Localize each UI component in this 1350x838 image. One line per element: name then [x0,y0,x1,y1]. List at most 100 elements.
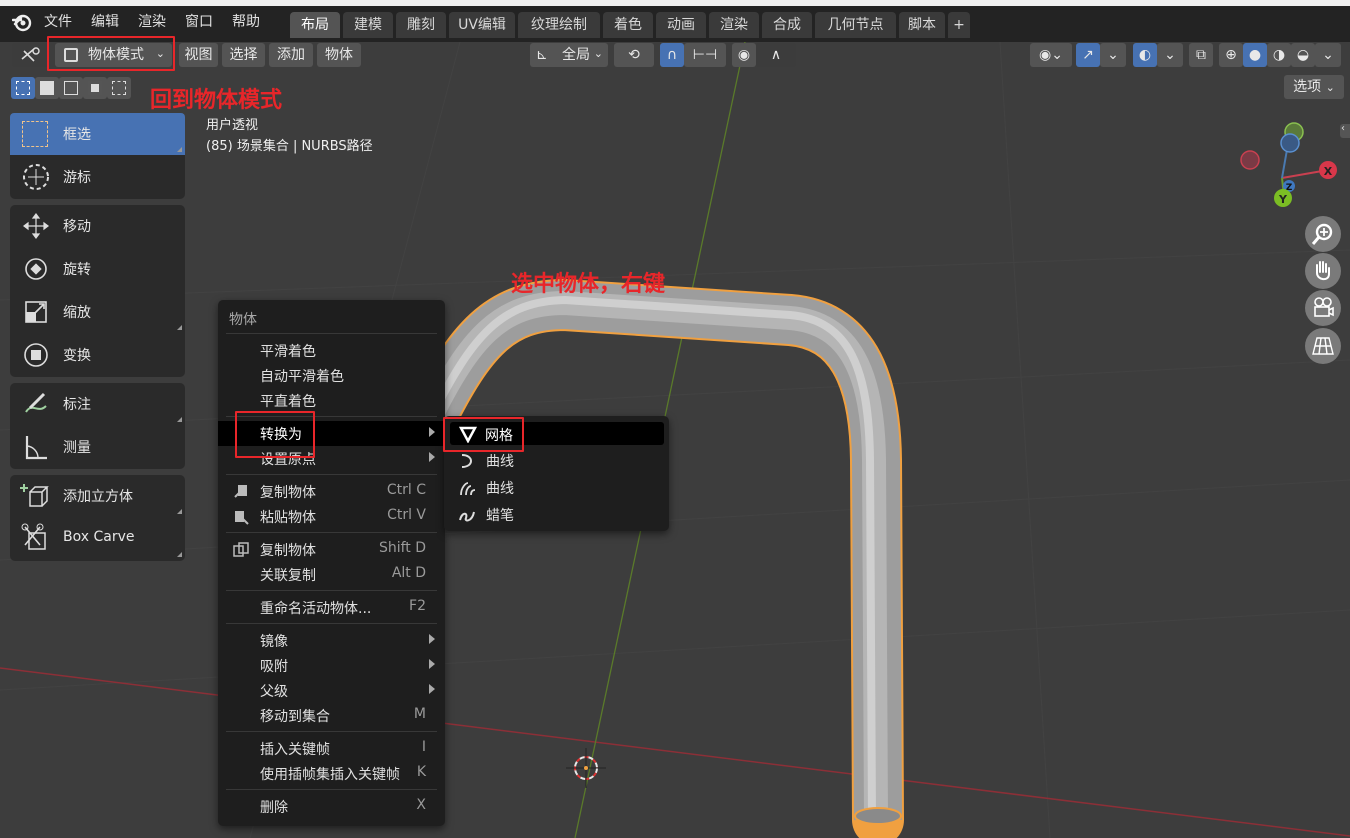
menu-item-move-to-collection[interactable]: 移动到集合 M [218,703,445,728]
shading-solid[interactable]: ● [1243,43,1267,67]
menu-item-snap[interactable]: 吸附 [218,653,445,678]
pivot-point-select[interactable]: ⟲ [614,43,654,67]
tab-animation[interactable]: 动画 [656,12,706,38]
pan-button[interactable] [1305,253,1341,289]
tab-scripting[interactable]: 脚本 [899,12,945,38]
toolbar-group-add: 添加立方体 Box Carve [10,475,185,561]
menu-item-paste-objects[interactable]: 粘贴物体 Ctrl V [218,504,445,529]
annotation-select-note: 选中物体，右键 [511,272,666,297]
falloff-curve-icon: ∧ [770,47,782,63]
viewport-canvas[interactable] [0,42,1350,838]
zoom-button[interactable] [1305,216,1341,252]
neg-x-axis-icon [1240,150,1260,170]
menu-help[interactable]: 帮助 [232,11,260,31]
select-subtract-icon [64,81,78,95]
menu-render[interactable]: 渲染 [138,11,166,31]
tab-layout[interactable]: 布局 [290,12,340,38]
grid-perspective-icon [1312,337,1334,355]
menu-item-duplicate-linked[interactable]: 关联复制 Alt D [218,562,445,587]
menu-item-insert-keyframe[interactable]: 插入关键帧 I [218,736,445,761]
overlay-toggle[interactable]: ◐ [1133,43,1157,67]
tool-scale[interactable]: 缩放 [10,291,185,333]
gizmo-toggle[interactable]: ↗ [1076,43,1100,67]
shading-select[interactable]: ⌄ [1315,43,1341,67]
falloff-select[interactable]: ∧ [756,43,796,67]
menu-item-mirror[interactable]: 镜像 [218,628,445,653]
xray-toggle[interactable]: ⧉ [1189,43,1213,67]
camera-view-button[interactable] [1305,290,1341,326]
tool-transform[interactable]: 变换 [10,334,185,376]
overlay-select[interactable]: ⌄ [1157,43,1183,67]
tab-shading[interactable]: 着色 [603,12,653,38]
menu-item-shade-smooth[interactable]: 平滑着色 [218,338,445,363]
tab-sculpting[interactable]: 雕刻 [396,12,446,38]
pivot-icon: ⟲ [628,47,640,63]
gizmo-select[interactable]: ⌄ [1100,43,1126,67]
menu-item-delete[interactable]: 删除 X [218,794,445,819]
overlay-icon: ◐ [1138,47,1152,63]
transform-orientation-select[interactable]: ⊾ 全局 ⌄ [530,43,608,67]
select-subtract-button[interactable] [59,77,83,99]
chevron-down-icon: ⌄ [1164,47,1176,63]
gizmo-x-label: X [1324,165,1333,178]
tool-add-cube[interactable]: 添加立方体 [10,475,185,517]
select-extend-button[interactable] [35,77,59,99]
add-workspace-button[interactable]: + [948,12,970,38]
menu-item-shade-flat[interactable]: 平直着色 [218,388,445,413]
menu-item-insert-keyframe-keyingset[interactable]: 使用插帧集插入关键帧 K [218,761,445,786]
menu-item-shade-auto-smooth[interactable]: 自动平滑着色 [218,363,445,388]
orientation-label: 全局 [562,47,590,63]
select-new-button[interactable] [11,77,35,99]
snap-target-select[interactable]: ⊢⊣ [684,43,726,67]
shading-wireframe[interactable]: ⊕ [1219,43,1243,67]
measure-icon [25,436,47,460]
tab-uv-editing[interactable]: UV编辑 [449,12,515,38]
tool-annotate[interactable]: 标注 [10,383,185,425]
menu-file[interactable]: 文件 [44,11,72,31]
tool-move[interactable]: 移动 [10,205,185,247]
proportional-edit-toggle[interactable]: ◉ [732,43,756,67]
tool-label: 标注 [63,397,91,413]
tool-box-carve[interactable]: Box Carve [10,518,185,560]
menu-item-rename-active[interactable]: 重命名活动物体... F2 [218,595,445,620]
select-box-icon [16,81,30,95]
tool-select-box[interactable]: 框选 [10,113,185,155]
xray-icon: ⧉ [1196,47,1206,63]
magnet-icon: ∩ [666,47,678,63]
options-select[interactable]: 选项 ⌄ [1284,75,1344,99]
submenu-item-grease-pencil[interactable]: 蜡笔 [444,502,671,527]
select-invert-button[interactable] [83,77,107,99]
menu-add[interactable]: 添加 [269,43,313,67]
sidebar-toggle[interactable]: ‹ [1340,123,1350,138]
shading-rendered[interactable]: ◒ [1291,43,1315,67]
shading-material[interactable]: ◑ [1267,43,1291,67]
visibility-select[interactable]: ◉⌄ [1030,43,1072,67]
tool-cursor[interactable]: 游标 [10,156,185,198]
tab-rendering[interactable]: 渲染 [709,12,759,38]
options-label: 选项 [1293,79,1322,95]
select-intersect-button[interactable] [107,77,131,99]
menu-item-duplicate-objects[interactable]: 复制物体 Shift D [218,537,445,562]
menu-object[interactable]: 物体 [317,43,361,67]
navigation-gizmo[interactable]: X Z Y [1232,118,1344,214]
menu-view[interactable]: 视图 [179,43,218,67]
tab-texture-paint[interactable]: 纹理绘制 [518,12,600,38]
snap-toggle[interactable]: ∩ [660,43,684,67]
menu-item-copy-objects[interactable]: 复制物体 Ctrl C [218,479,445,504]
tab-modeling[interactable]: 建模 [343,12,393,38]
menu-item-parent[interactable]: 父级 [218,678,445,703]
tab-compositing[interactable]: 合成 [762,12,812,38]
perspective-toggle-button[interactable] [1305,328,1341,364]
menu-select[interactable]: 选择 [222,43,265,67]
menu-window[interactable]: 窗口 [185,11,213,31]
scale-icon [25,301,47,323]
submenu-item-curves[interactable]: 曲线 [444,475,671,500]
menu-edit[interactable]: 编辑 [91,11,119,31]
toolbar-group-annotate: 标注 测量 [10,383,185,469]
tool-rotate[interactable]: 旋转 [10,248,185,290]
select-invert-icon [88,81,102,95]
tab-geometry-nodes[interactable]: 几何节点 [815,12,896,38]
tool-measure[interactable]: 测量 [10,426,185,468]
editor-type-button[interactable] [12,43,48,67]
blender-logo-icon[interactable] [12,12,32,32]
